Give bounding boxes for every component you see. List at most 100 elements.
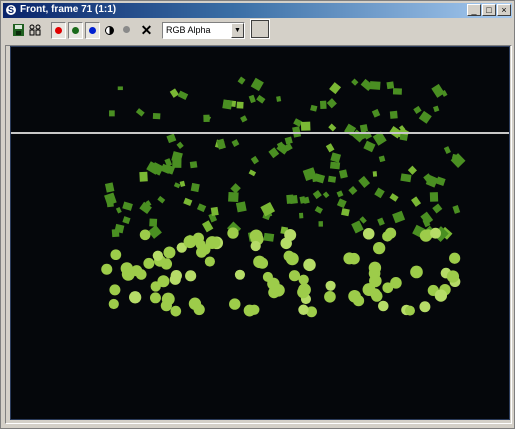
close-button[interactable]: × [497,4,511,16]
mono-channel-button[interactable] [119,22,134,39]
falling-particle [169,88,179,98]
falling-particle [196,203,207,213]
alpha-channel-button[interactable] [102,22,117,39]
falling-particle [256,94,266,104]
settled-ball [170,269,182,282]
clear-button[interactable]: ✕ [139,22,154,39]
falling-particle [372,171,378,177]
blue-channel-button[interactable] [85,22,100,39]
toolbar: ✕ RGB Alpha ▼ [3,19,512,44]
settled-ball [249,304,260,315]
falling-particle [329,161,341,170]
falling-particle [183,197,193,207]
falling-particle [312,189,322,200]
settled-ball [188,297,202,310]
falling-particle [176,141,184,150]
settled-ball [368,261,382,275]
settled-ball [446,270,460,283]
falling-particle [210,206,219,216]
settled-ball [227,227,239,239]
falling-particle [228,192,239,202]
falling-particle [230,183,241,194]
settled-ball [256,257,269,269]
falling-particle [179,180,186,187]
falling-particle [359,216,367,224]
falling-particle [377,217,385,226]
falling-particle [104,182,115,193]
settled-ball [382,231,393,242]
falling-particle [413,105,422,115]
render-viewport [10,46,510,420]
green-dot-icon [72,27,79,34]
settled-ball [149,292,161,304]
falling-particle [336,190,344,198]
half-circle-icon [105,26,114,35]
settled-ball [135,269,147,280]
falling-particle [139,171,148,182]
settled-ball [280,237,292,250]
falling-particle [173,182,181,189]
falling-particle [400,173,412,183]
falling-particle [420,211,434,225]
falling-particle [122,216,131,225]
falling-particle [117,86,123,91]
falling-particle [435,176,446,186]
falling-particle [328,123,337,132]
settled-ball [129,291,142,304]
falling-particle [240,115,248,123]
settled-ball [348,289,361,303]
save-button[interactable] [11,22,26,39]
settled-ball [108,298,119,310]
falling-particle [157,195,166,204]
falling-particle [339,169,348,179]
color-swatch[interactable] [250,19,270,39]
falling-particle [236,101,244,109]
falling-particle [418,110,432,124]
app-icon[interactable]: S [5,4,17,16]
settled-ball [298,274,309,285]
falling-particle [392,210,406,224]
falling-particle [111,229,120,238]
falling-particle [433,105,440,113]
minimize-button[interactable]: _ [467,4,481,16]
settled-ball [160,258,173,270]
title-bar[interactable]: S Front, frame 71 (1:1) _ □ × [3,3,512,18]
settled-ball [343,252,356,265]
settled-ball [160,300,172,312]
falling-particle [190,182,200,193]
particle-scene [11,76,509,318]
settled-ball [430,227,441,239]
settled-ball [272,283,285,297]
settled-ball [371,290,383,302]
green-channel-button[interactable] [68,22,83,39]
falling-particle [300,121,311,131]
chevron-down-icon[interactable]: ▼ [231,23,244,38]
falling-particle [235,201,247,213]
falling-particle [429,192,439,202]
restore-button[interactable]: □ [482,4,496,16]
settled-ball [288,270,301,282]
clone-button[interactable] [28,22,43,39]
falling-particle [172,158,182,168]
falling-particle [286,194,294,204]
falling-particle [135,108,145,117]
falling-particle [284,136,293,145]
settled-ball [120,262,134,275]
settled-ball [434,289,448,302]
settled-ball [229,298,241,310]
settled-ball [390,277,402,289]
falling-particle [325,143,335,153]
red-channel-button[interactable] [51,22,66,39]
clone-icon [29,24,41,36]
falling-particle [336,198,347,209]
falling-particle [299,196,306,204]
falling-particle [431,83,445,98]
falling-particle [248,94,256,104]
settled-ball [410,265,423,279]
settled-ball [324,290,336,303]
falling-particle [263,232,275,242]
falling-particles [104,76,466,243]
falling-particle [104,192,117,206]
channel-select[interactable]: RGB Alpha ▼ [162,22,245,39]
settled-ball [152,250,163,261]
